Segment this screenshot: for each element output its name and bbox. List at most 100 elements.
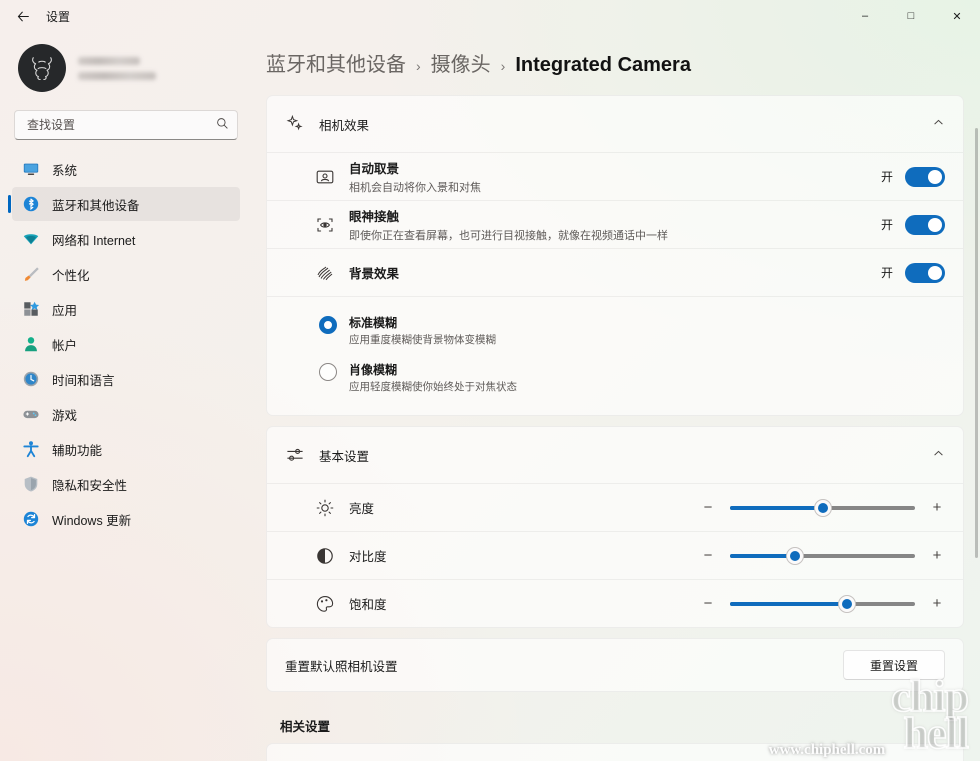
sidebar-item-label: 游戏 [52,408,78,423]
maximize-button[interactable]: □ [888,0,934,32]
contrast-increase-button[interactable]: + [929,548,945,563]
eye-contact-state-label: 开 [880,218,893,232]
sidebar-item-system[interactable]: 系统 [12,152,240,186]
saturation-increase-button[interactable]: + [929,596,945,611]
avatar [18,44,66,92]
sidebar-item-label: 应用 [52,303,78,318]
auto-framing-row[interactable]: 自动取景 相机会自动将你入景和对焦 开 [267,152,963,200]
contrast-label: 对比度 [349,550,387,564]
sidebar-item-label: 个性化 [52,268,90,283]
sidebar-nav: 系统 蓝牙和其他设备 网络和 Internet 个性化 应用 帐户 时间和语言 … [8,152,242,536]
brightness-decrease-button[interactable]: − [700,500,716,515]
bluetooth-icon [23,196,39,212]
search-input[interactable] [27,118,216,132]
sidebar: 系统 蓝牙和其他设备 网络和 Internet [0,32,252,761]
contrast-slider[interactable] [730,546,915,565]
basic-settings-title: 基本设置 [319,449,370,464]
background-effects-state-label: 开 [880,266,893,280]
brightness-label-block: 亮度 [349,498,686,517]
brightness-slider[interactable] [730,498,915,517]
settings-cards: 相机效果 自动取景 相机会自动将你入景和对焦 开 眼神接触 即使你正在查看屏幕，… [252,95,970,761]
update-icon [23,511,39,527]
razer-logo-avatar [32,57,52,81]
window-title: 设置 [46,9,71,24]
breadcrumb-middle[interactable]: 摄像头 [431,48,491,77]
auto-framing-text: 自动取景 相机会自动将你入景和对焦 [349,158,867,195]
saturation-row: 饱和度 − + [267,579,963,627]
blur-icon [317,266,333,280]
app-shell: 系统 蓝牙和其他设备 网络和 Internet [0,32,980,761]
saturation-icon [316,595,334,612]
blur-option-standard-title: 标准模糊 [349,316,398,330]
blur-option-standard-text: 标准模糊 应用重度模糊使背景物体变模糊 [349,314,496,347]
radio-standard-blur[interactable] [319,316,337,334]
sidebar-item-windows-update[interactable]: Windows 更新 [12,502,240,536]
content-scrollbar[interactable] [975,128,978,558]
reset-label: 重置默认照相机设置 [285,659,398,674]
sidebar-item-personalization[interactable]: 个性化 [12,257,240,291]
auto-framing-toggle-wrap: 开 [881,166,945,187]
camera-effects-title-block: 相机效果 [319,115,918,134]
saturation-label-block: 饱和度 [349,594,686,613]
background-effects-toggle[interactable] [905,262,945,283]
breadcrumb-root[interactable]: 蓝牙和其他设备 [266,48,406,77]
background-effects-text: 背景效果 [349,263,867,282]
brightness-slider-thumb[interactable] [813,498,832,517]
eye-contact-toggle[interactable] [905,214,945,235]
auto-framing-toggle[interactable] [905,166,945,187]
sidebar-item-label: 辅助功能 [52,443,103,458]
sidebar-item-accessibility[interactable]: 辅助功能 [12,432,240,466]
page-title: Integrated Camera [515,54,691,76]
sidebar-item-network[interactable]: 网络和 Internet [12,222,240,256]
background-effects-row[interactable]: 背景效果 开 [267,248,963,296]
chevron-up-icon[interactable] [932,447,945,463]
saturation-slider-thumb[interactable] [837,594,856,613]
chevron-up-icon[interactable] [932,116,945,132]
arrow-left-icon [17,10,29,22]
contrast-row: 对比度 − + [267,531,963,579]
radio-portrait-blur[interactable] [319,363,337,381]
account-tile[interactable] [10,32,242,102]
camera-privacy-settings-row[interactable]: 摄像头隐私设置 › [267,744,963,761]
brightness-icon [316,499,334,516]
back-button[interactable] [6,1,40,31]
basic-settings-card: 基本设置 亮度 − + 对比度 − + 饱和度 − + [266,426,964,628]
contrast-icon [317,547,333,564]
camera-effects-header[interactable]: 相机效果 [267,96,963,152]
related-settings-card: 摄像头隐私设置 › [266,743,964,761]
close-button[interactable]: ✕ [934,0,980,32]
search-box[interactable] [14,110,238,140]
contrast-slider-thumb[interactable] [785,546,804,565]
paintbrush-icon [24,267,39,281]
clock-icon [23,371,39,387]
brightness-increase-button[interactable]: + [929,500,945,515]
reset-label-block: 重置默认照相机设置 [285,656,829,675]
saturation-slider[interactable] [730,594,915,613]
sidebar-item-privacy-security[interactable]: 隐私和安全性 [12,467,240,501]
blur-option-standard[interactable]: 标准模糊 应用重度模糊使背景物体变模糊 [267,307,963,354]
account-email-blurred [78,71,156,80]
sidebar-item-time-language[interactable]: 时间和语言 [12,362,240,396]
brightness-row: 亮度 − + [267,483,963,531]
reset-settings-button[interactable]: 重置设置 [843,650,945,680]
sidebar-item-label: 帐户 [52,338,78,353]
saturation-label: 饱和度 [349,598,387,612]
reset-row: 重置默认照相机设置 重置设置 [267,639,963,691]
sidebar-item-apps[interactable]: 应用 [12,292,240,326]
basic-settings-header[interactable]: 基本设置 [267,427,963,483]
contrast-decrease-button[interactable]: − [700,548,716,563]
account-name-block [78,56,156,80]
blur-option-portrait[interactable]: 肖像模糊 应用轻度模糊使你始终处于对焦状态 [267,354,963,401]
minimize-button[interactable]: – [842,0,888,32]
saturation-decrease-button[interactable]: − [700,596,716,611]
sidebar-item-gaming[interactable]: 游戏 [12,397,240,431]
breadcrumb: 蓝牙和其他设备 › 摄像头 › Integrated Camera [252,32,970,95]
brightness-slider-area: − + [700,498,945,517]
sidebar-item-accounts[interactable]: 帐户 [12,327,240,361]
sidebar-item-bluetooth-devices[interactable]: 蓝牙和其他设备 [8,187,240,221]
reset-card: 重置默认照相机设置 重置设置 [266,638,964,692]
auto-framing-title: 自动取景 [349,162,400,176]
monitor-icon [23,163,39,175]
accessibility-icon [23,441,39,458]
eye-contact-row[interactable]: 眼神接触 即使你正在查看屏幕，也可进行目视接触，就像在视频通话中一样 开 [267,200,963,248]
